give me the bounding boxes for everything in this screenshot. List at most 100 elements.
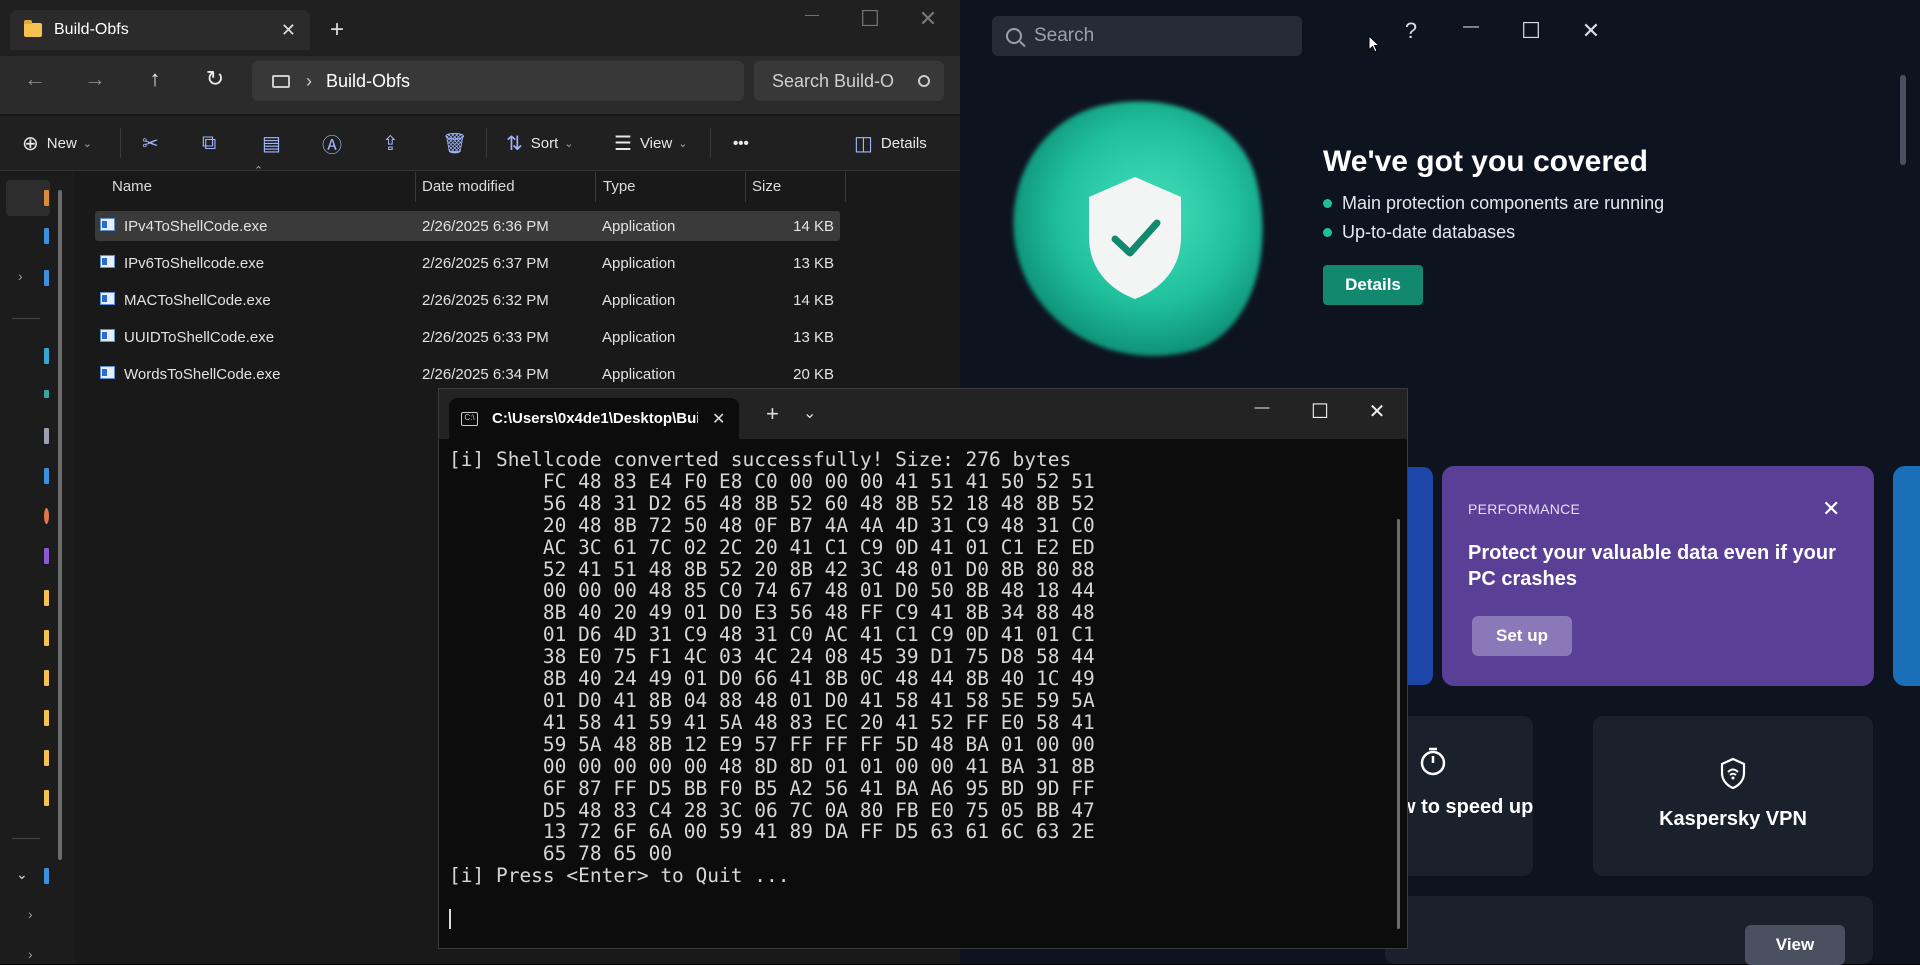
- nav-pane-item-icon[interactable]: [44, 348, 49, 364]
- application-file-icon: [100, 255, 115, 268]
- more-options-button[interactable]: •••: [733, 128, 749, 158]
- expand-chevron-icon[interactable]: ⌄: [16, 866, 28, 883]
- details-pane-button[interactable]: ◫ Details: [854, 128, 927, 158]
- explorer-maximize-button[interactable]: ☐: [850, 6, 890, 32]
- kaspersky-search-box[interactable]: Search: [992, 16, 1302, 56]
- application-file-icon: [100, 218, 115, 231]
- file-row[interactable]: MACToShellCode.exe 2/26/2025 6:32 PM Appli…: [95, 285, 840, 315]
- up-arrow-icon[interactable]: ↑: [137, 66, 173, 92]
- new-button-label: New: [46, 134, 77, 152]
- column-divider[interactable]: [595, 172, 596, 202]
- sort-button[interactable]: ⇅ Sort ⌄: [506, 128, 574, 158]
- explorer-tab[interactable]: Build-Obfs ✕: [10, 10, 310, 50]
- nav-pane-item-icon[interactable]: [44, 270, 49, 286]
- nav-pane-item-icon[interactable]: [44, 390, 49, 398]
- copy-button[interactable]: ⧉: [202, 128, 224, 158]
- new-button[interactable]: ⊕ New ⌄: [22, 128, 92, 158]
- help-button[interactable]: ?: [1391, 18, 1431, 44]
- explorer-search-input[interactable]: Search Build-O: [754, 61, 944, 101]
- sort-ascending-icon: ⌃: [254, 165, 264, 177]
- stopwatch-icon: [1420, 747, 1446, 776]
- column-header-date[interactable]: Date modified: [422, 178, 515, 195]
- performance-card-close-icon[interactable]: ✕: [1822, 496, 1840, 522]
- nav-pane-item-icon[interactable]: [44, 868, 49, 884]
- address-bar[interactable]: › Build-Obfs: [252, 61, 744, 101]
- folder-icon[interactable]: [44, 790, 49, 806]
- file-row[interactable]: WordsToShellCode.exe 2/26/2025 6:34 PM App…: [95, 359, 840, 389]
- column-header-name[interactable]: Name: [112, 178, 152, 195]
- breadcrumb-folder[interactable]: Build-Obfs: [326, 71, 410, 92]
- forward-arrow-icon[interactable]: →: [77, 66, 113, 92]
- terminal-tab[interactable]: C:\ C:\Users\0x4de1\Desktop\Build-Obfs ✕: [449, 398, 739, 439]
- terminal-scrollbar[interactable]: [1397, 519, 1400, 929]
- breadcrumb-chevron-icon[interactable]: ›: [306, 71, 312, 92]
- nav-pane-item-icon[interactable]: [44, 428, 49, 444]
- expand-chevron-icon[interactable]: ›: [28, 946, 33, 962]
- kaspersky-scrollbar[interactable]: [1900, 75, 1906, 165]
- column-header-type[interactable]: Type: [603, 178, 636, 195]
- share-button[interactable]: ⇪: [382, 128, 407, 158]
- column-divider[interactable]: [415, 172, 416, 202]
- terminal-maximize-button[interactable]: ☐: [1300, 399, 1340, 424]
- refresh-icon[interactable]: ↻: [197, 66, 233, 92]
- nav-pane-item-icon[interactable]: [44, 190, 49, 206]
- nav-pane-item-icon[interactable]: [44, 548, 49, 564]
- terminal-dropdown-chevron-icon[interactable]: ⌄: [803, 403, 816, 423]
- file-type: Application: [602, 329, 676, 346]
- file-row[interactable]: IPv4ToShellCode.exe 2/26/2025 6:36 PM Appl…: [95, 211, 840, 241]
- kaspersky-close-button[interactable]: ✕: [1571, 18, 1611, 44]
- terminal-tab-close-icon[interactable]: ✕: [712, 409, 725, 429]
- explorer-minimize-button[interactable]: —: [792, 6, 832, 22]
- terminal-close-button[interactable]: ✕: [1357, 399, 1397, 424]
- view-button[interactable]: View: [1745, 925, 1845, 965]
- explorer-new-tab-button[interactable]: +: [330, 16, 344, 44]
- view-button[interactable]: ☰ View ⌄: [614, 128, 687, 158]
- file-row[interactable]: UUIDToShellCode.exe 2/26/2025 6:33 PM Appl…: [95, 322, 840, 352]
- set-up-button[interactable]: Set up: [1472, 616, 1572, 656]
- file-date-modified: 2/26/2025 6:36 PM: [422, 218, 549, 235]
- explorer-close-button[interactable]: ✕: [908, 6, 948, 32]
- nav-pane-scrollbar[interactable]: [58, 190, 62, 860]
- kaspersky-minimize-button[interactable]: —: [1451, 18, 1491, 36]
- terminal-tab-title: C:\Users\0x4de1\Desktop\Build-Obfs: [492, 410, 698, 427]
- nav-pane-item-icon[interactable]: [44, 228, 49, 244]
- file-name: UUIDToShellCode.exe: [124, 329, 275, 346]
- folder-icon[interactable]: [44, 710, 49, 726]
- application-file-icon: [100, 329, 115, 342]
- file-name: IPv4ToShellCode.exe: [124, 218, 268, 235]
- details-button[interactable]: Details: [1323, 265, 1423, 305]
- nav-pane-item-icon[interactable]: [44, 468, 49, 484]
- folder-icon[interactable]: [44, 670, 49, 686]
- promo-card-next[interactable]: [1893, 466, 1920, 686]
- folder-icon[interactable]: [44, 590, 49, 606]
- status-dot-icon: [1323, 228, 1332, 237]
- plus-circle-icon: ⊕: [22, 132, 39, 155]
- column-divider[interactable]: [845, 172, 846, 202]
- nav-pane-item-icon[interactable]: [44, 508, 49, 524]
- explorer-tab-close-icon[interactable]: ✕: [281, 20, 296, 41]
- rename-button[interactable]: Ⓐ: [322, 128, 350, 158]
- status-item-text: Main protection components are running: [1342, 193, 1665, 213]
- file-type: Application: [602, 218, 676, 235]
- folder-icon[interactable]: [44, 630, 49, 646]
- terminal-minimize-button[interactable]: —: [1242, 399, 1282, 416]
- mouse-pointer-icon: [1368, 35, 1381, 53]
- file-name: MACToShellCode.exe: [124, 292, 271, 309]
- application-file-icon: [100, 292, 115, 305]
- back-arrow-icon[interactable]: ←: [17, 66, 53, 92]
- expand-chevron-icon[interactable]: ›: [18, 268, 23, 284]
- folder-icon[interactable]: [44, 750, 49, 766]
- cut-button[interactable]: ✂: [142, 128, 167, 158]
- column-divider[interactable]: [745, 172, 746, 202]
- expand-chevron-icon[interactable]: ›: [28, 906, 33, 922]
- kaspersky-maximize-button[interactable]: ☐: [1511, 18, 1551, 44]
- terminal-cursor[interactable]: [449, 909, 451, 929]
- kaspersky-search-placeholder: Search: [1034, 25, 1095, 46]
- column-header-size[interactable]: Size: [752, 178, 781, 195]
- performance-tag: PERFORMANCE: [1468, 501, 1581, 517]
- file-row[interactable]: IPv6ToShellcode.exe 2/26/2025 6:37 PM Appl…: [95, 248, 840, 278]
- vpn-tile[interactable]: [1593, 716, 1873, 876]
- terminal-new-tab-button[interactable]: +: [766, 401, 779, 427]
- paste-button[interactable]: ▤: [262, 128, 289, 158]
- delete-button[interactable]: 🗑: [442, 128, 475, 158]
